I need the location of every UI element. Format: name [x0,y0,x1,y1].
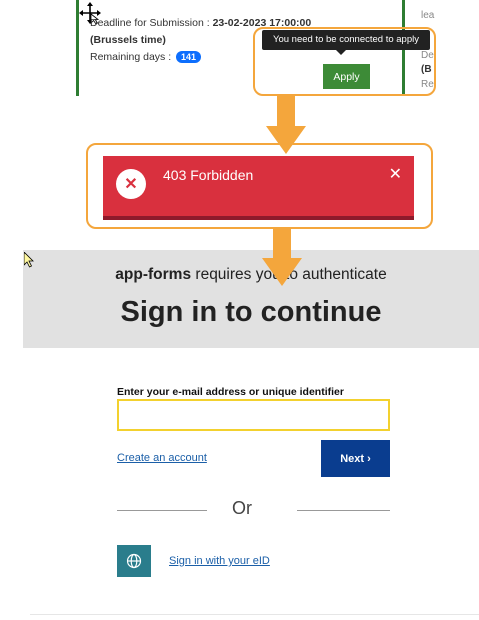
error-banner: ✕ 403 Forbidden ✕ [103,156,414,220]
or-separator: Or [232,498,252,518]
signin-header: app-forms requires you to authenticate S… [23,250,479,348]
footer-divider [30,614,479,615]
side-card-text-1: lea [421,10,435,21]
eid-button[interactable] [117,545,151,577]
next-button[interactable]: Next › [321,440,390,477]
timezone-label: (Brussels time) [90,34,166,46]
or-divider-right [297,510,390,511]
email-input[interactable] [117,399,390,431]
globe-icon [126,553,142,569]
eid-signin-link[interactable]: Sign in with your eID [169,555,270,567]
error-title: 403 Forbidden [163,167,254,183]
error-x-icon: ✕ [116,169,146,199]
arrow-down-icon [262,228,302,286]
app-name: app-forms [115,266,192,283]
apply-highlight-box [253,27,436,96]
create-account-link[interactable]: Create an account [117,452,207,464]
email-label: Enter your e-mail address or unique iden… [117,386,344,398]
or-divider-left [117,510,207,511]
deadline-label: Deadline for Submission : [90,17,210,29]
remaining-label: Remaining days : [90,51,172,63]
requires-auth-text: app-forms requires you to authenticate [23,266,479,284]
page-title: Sign in to continue [120,296,382,328]
close-icon[interactable]: ✕ [389,164,402,184]
remaining-days-badge: 141 [176,51,202,64]
remaining-days: Remaining days : 141 [90,51,202,64]
mouse-pointer-icon [23,251,35,268]
